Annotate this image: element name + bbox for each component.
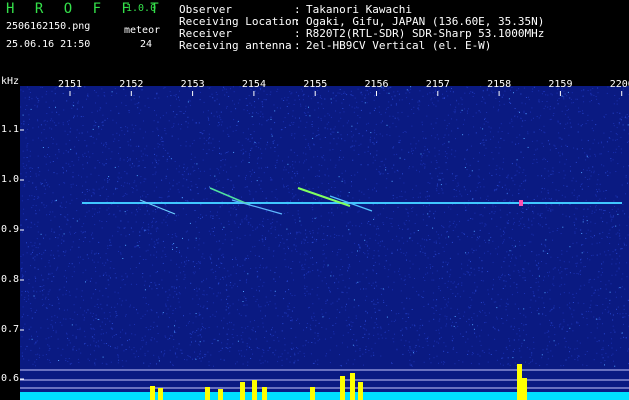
- y-tick-label: 0.9: [1, 224, 20, 235]
- x-tick-label: 2154: [241, 79, 266, 90]
- y-tick-label: 0.6: [1, 373, 20, 384]
- y-tick-label: 0.7: [1, 324, 20, 335]
- y-tick-label: 1.0: [1, 174, 20, 185]
- x-tick-label: 2157: [425, 79, 450, 90]
- x-tick-label: 2152: [119, 79, 144, 90]
- x-tick-label: 2156: [364, 79, 389, 90]
- x-tick-label: 2158: [487, 79, 512, 90]
- hrofft-window: H R O F F T 1.0.0 2506162150.png meteor …: [0, 0, 629, 400]
- spectrogram: [20, 86, 629, 400]
- y-axis-unit: kHz: [1, 76, 20, 87]
- x-tick-label: 2200: [609, 79, 629, 90]
- x-tick-label: 2159: [548, 79, 573, 90]
- spectrogram-background: [20, 86, 629, 400]
- x-tick-label: 2151: [58, 79, 83, 90]
- y-tick-label: 1.1: [1, 124, 20, 135]
- x-tick-label: 2153: [180, 79, 205, 90]
- x-tick-label: 2155: [303, 79, 328, 90]
- y-tick-label: 0.8: [1, 274, 20, 285]
